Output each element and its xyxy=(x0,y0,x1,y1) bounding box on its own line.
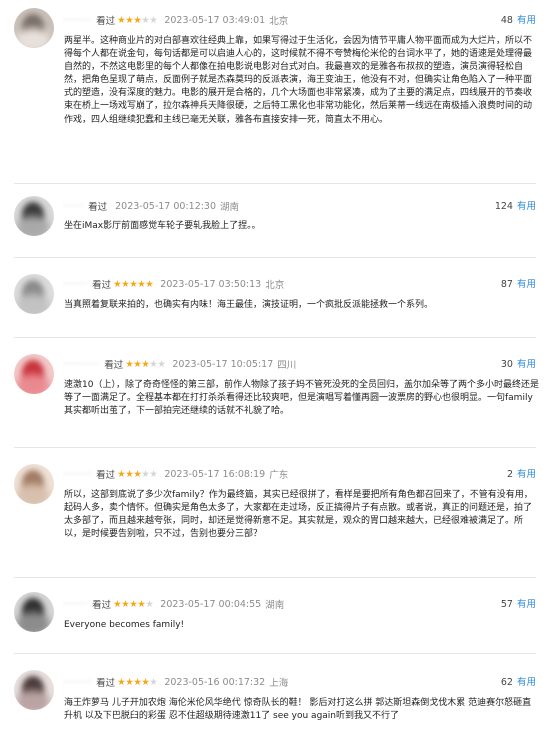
username[interactable]: ······ xyxy=(64,279,88,290)
avatar[interactable] xyxy=(14,196,54,236)
username[interactable]: ······ xyxy=(64,599,88,610)
star-icon: ★ xyxy=(149,676,158,688)
vote-count: 124 xyxy=(494,201,513,212)
divider xyxy=(14,183,536,184)
star-rating: ★★★★★ xyxy=(113,598,154,610)
review-meta: ······· 看过 ★★★★★ 2023-05-16 00:17:32 上海 xyxy=(64,674,288,690)
review-content: 当真照着复联来拍的，也确实有内味！海王最佳，演技证明，一个疯批反派能拯救一个系列… xyxy=(64,300,434,310)
review-location: 北京 xyxy=(269,16,289,27)
star-rating: ★★★★★ xyxy=(113,278,154,290)
avatar[interactable] xyxy=(14,464,54,504)
watched-tag: 看过 xyxy=(92,600,112,611)
review-content: 所以，这部到底说了多少次family？作为最终篇，其实已经很拼了，看样是要把所有… xyxy=(64,490,533,540)
review-location: 湖南 xyxy=(265,600,285,611)
watched-tag: 看过 xyxy=(96,16,116,27)
star-rating: ★★★★★ xyxy=(117,14,158,26)
useful-link[interactable]: 有用 xyxy=(517,677,536,688)
star-icon: ★ xyxy=(113,278,122,290)
review-location: 湖南 xyxy=(220,202,240,213)
star-icon: ★ xyxy=(145,598,154,610)
divider xyxy=(14,653,536,654)
vote-count: 62 xyxy=(500,677,513,688)
review-meta: ······· 看过 ★★★★★ 2023-05-17 16:08:19 广东 xyxy=(64,466,288,482)
username[interactable]: ······· xyxy=(64,677,92,688)
review-location: 北京 xyxy=(265,280,285,291)
star-icon: ★ xyxy=(149,468,158,480)
review-meta: ····· 看过 2023-05-17 00:12:30 湖南 xyxy=(64,198,239,214)
vote-count: 30 xyxy=(500,359,513,370)
star-icon: ★ xyxy=(145,278,154,290)
star-icon: ★ xyxy=(125,468,134,480)
watched-tag: 看过 xyxy=(104,360,124,371)
star-icon: ★ xyxy=(117,14,126,26)
divider xyxy=(14,257,536,258)
useful-vote[interactable]: 124 有用 xyxy=(495,198,536,212)
star-icon: ★ xyxy=(125,676,134,688)
review-time: 2023-05-17 00:04:55 xyxy=(160,598,262,610)
useful-link[interactable]: 有用 xyxy=(517,359,536,370)
star-icon: ★ xyxy=(117,676,126,688)
star-icon: ★ xyxy=(125,14,134,26)
avatar[interactable] xyxy=(14,274,54,314)
review-content: 坐在iMax影厅前面感觉车轮子要轧我脸上了捏。。 xyxy=(64,221,261,231)
review-meta: ······ 看过 ★★★★★ 2023-05-17 03:50:13 北京 xyxy=(64,276,284,292)
vote-count: 2 xyxy=(506,469,513,480)
star-icon: ★ xyxy=(157,358,166,370)
star-icon: ★ xyxy=(121,278,130,290)
watched-tag: 看过 xyxy=(92,280,112,291)
useful-vote[interactable]: 87 有用 xyxy=(501,276,536,290)
star-icon: ★ xyxy=(117,468,126,480)
star-rating: ★★★★★ xyxy=(117,676,158,688)
useful-vote[interactable]: 62 有用 xyxy=(501,674,536,688)
review-location: 上海 xyxy=(269,678,289,689)
star-icon: ★ xyxy=(113,598,122,610)
watched-tag: 看过 xyxy=(88,202,108,213)
review-time: 2023-05-17 03:49:01 xyxy=(164,14,266,26)
star-rating: ★★★★★ xyxy=(117,468,158,480)
username[interactable]: ········· xyxy=(64,359,100,370)
star-icon: ★ xyxy=(121,598,130,610)
vote-count: 57 xyxy=(500,599,513,610)
avatar[interactable] xyxy=(14,8,54,48)
useful-link[interactable]: 有用 xyxy=(517,279,536,290)
review-time: 2023-05-17 03:50:13 xyxy=(160,278,262,290)
username[interactable]: ····· xyxy=(64,201,84,212)
vote-count: 48 xyxy=(500,15,513,26)
vote-count: 87 xyxy=(500,279,513,290)
useful-vote[interactable]: 2 有用 xyxy=(507,466,536,480)
review-time: 2023-05-17 16:08:19 xyxy=(164,468,266,480)
useful-link[interactable]: 有用 xyxy=(517,201,536,212)
review-time: 2023-05-16 00:17:32 xyxy=(164,676,266,688)
watched-tag: 看过 xyxy=(96,470,116,481)
useful-vote[interactable]: 48 有用 xyxy=(501,12,536,26)
review-location: 广东 xyxy=(269,470,289,481)
review-content: Everyone becomes family! xyxy=(64,620,185,630)
review-content: 海王炸萝马 儿子开加农炮 海伦米伦风华绝代 惊奇队长的鞋！ 影后对打这么拼 郭达… xyxy=(64,698,532,722)
review-location: 四川 xyxy=(277,360,297,371)
username[interactable]: ······· xyxy=(64,469,92,480)
review-meta: ······· 看过 ★★★★★ 2023-05-17 03:49:01 北京 xyxy=(64,12,288,28)
useful-link[interactable]: 有用 xyxy=(517,15,536,26)
divider xyxy=(14,577,536,578)
avatar[interactable] xyxy=(14,354,54,394)
watched-tag: 看过 xyxy=(96,678,116,689)
star-rating: ★★★★★ xyxy=(125,358,166,370)
divider xyxy=(14,337,536,338)
avatar[interactable] xyxy=(14,592,54,632)
avatar[interactable] xyxy=(14,670,54,710)
useful-vote[interactable]: 57 有用 xyxy=(501,596,536,610)
review-time: 2023-05-17 10:05:17 xyxy=(172,358,274,370)
review-meta: ······ 看过 ★★★★★ 2023-05-17 00:04:55 湖南 xyxy=(64,596,284,612)
review-content: 速激10（上），除了奇奇怪怪的第三部，前作人物除了孩子妈不管死没死的全员回归，盖… xyxy=(64,380,539,417)
review-meta: ········· 看过 ★★★★★ 2023-05-17 10:05:17 四川 xyxy=(64,356,296,372)
divider xyxy=(14,447,536,448)
star-icon: ★ xyxy=(149,14,158,26)
useful-link[interactable]: 有用 xyxy=(517,469,536,480)
useful-vote[interactable]: 30 有用 xyxy=(501,356,536,370)
useful-link[interactable]: 有用 xyxy=(517,599,536,610)
review-content: 两星半。这种商业片的对白部喜欢往经典上靠，如果写得过于生活化，会因为情节平庸人物… xyxy=(64,36,533,125)
review-time: 2023-05-17 00:12:30 xyxy=(115,200,217,212)
username[interactable]: ······· xyxy=(64,15,92,26)
